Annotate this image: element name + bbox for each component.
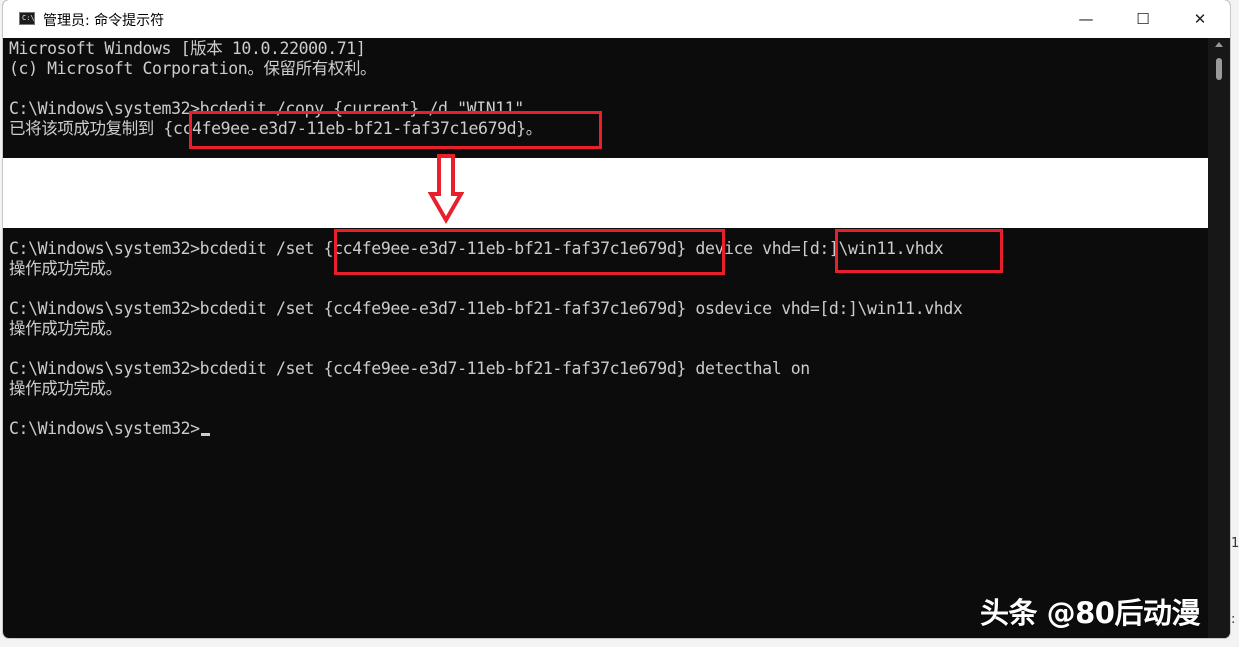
maximize-button[interactable]: ☐: [1113, 0, 1173, 38]
close-button[interactable]: ✕: [1170, 0, 1230, 38]
watermark: 头条 @80后动漫: [980, 596, 1200, 630]
edge-fragment: 1: [1231, 536, 1239, 551]
scroll-thumb[interactable]: [1216, 58, 1222, 80]
console-line: (c) Microsoft Corporation。保留所有权利。: [9, 59, 377, 78]
text-cursor: [200, 433, 210, 436]
console-line: 操作成功完成。: [9, 259, 122, 278]
close-icon: ✕: [1193, 10, 1207, 28]
console-prompt-line: C:\Windows\system32>: [9, 419, 210, 439]
command-prompt-window: C:\ 管理员: 命令提示符 — ☐ ✕ Microsoft Windows […: [3, 0, 1230, 638]
scroll-up-icon[interactable]: [1215, 42, 1223, 47]
console-line: C:\Windows\system32>bcdedit /set {cc4fe9…: [9, 299, 963, 318]
title-bar[interactable]: C:\ 管理员: 命令提示符 — ☐ ✕: [3, 0, 1230, 38]
maximize-icon: ☐: [1136, 10, 1150, 28]
minimize-icon: —: [1078, 10, 1094, 28]
screenshot-splice-band: [3, 158, 1208, 228]
down-arrow-icon: [428, 154, 464, 224]
prompt-text: C:\Windows\system32>: [9, 419, 200, 438]
highlight-box-set-guid: [334, 229, 725, 275]
highlight-box-drive: [835, 229, 1003, 273]
edge-fragment: :: [1231, 612, 1236, 627]
console-line: Microsoft Windows [版本 10.0.22000.71]: [9, 39, 366, 58]
console-line: 操作成功完成。: [9, 379, 122, 398]
window-title: 管理员: 命令提示符: [43, 13, 165, 29]
cmd-app-icon: C:\: [19, 12, 35, 25]
minimize-button[interactable]: —: [1056, 0, 1116, 38]
vertical-scrollbar[interactable]: [1208, 38, 1230, 638]
console-output[interactable]: Microsoft Windows [版本 10.0.22000.71] (c)…: [3, 38, 1208, 638]
highlight-box-copied-guid: [189, 111, 602, 149]
console-line: C:\Windows\system32>bcdedit /set {cc4fe9…: [9, 359, 810, 378]
console-line: 操作成功完成。: [9, 319, 122, 338]
